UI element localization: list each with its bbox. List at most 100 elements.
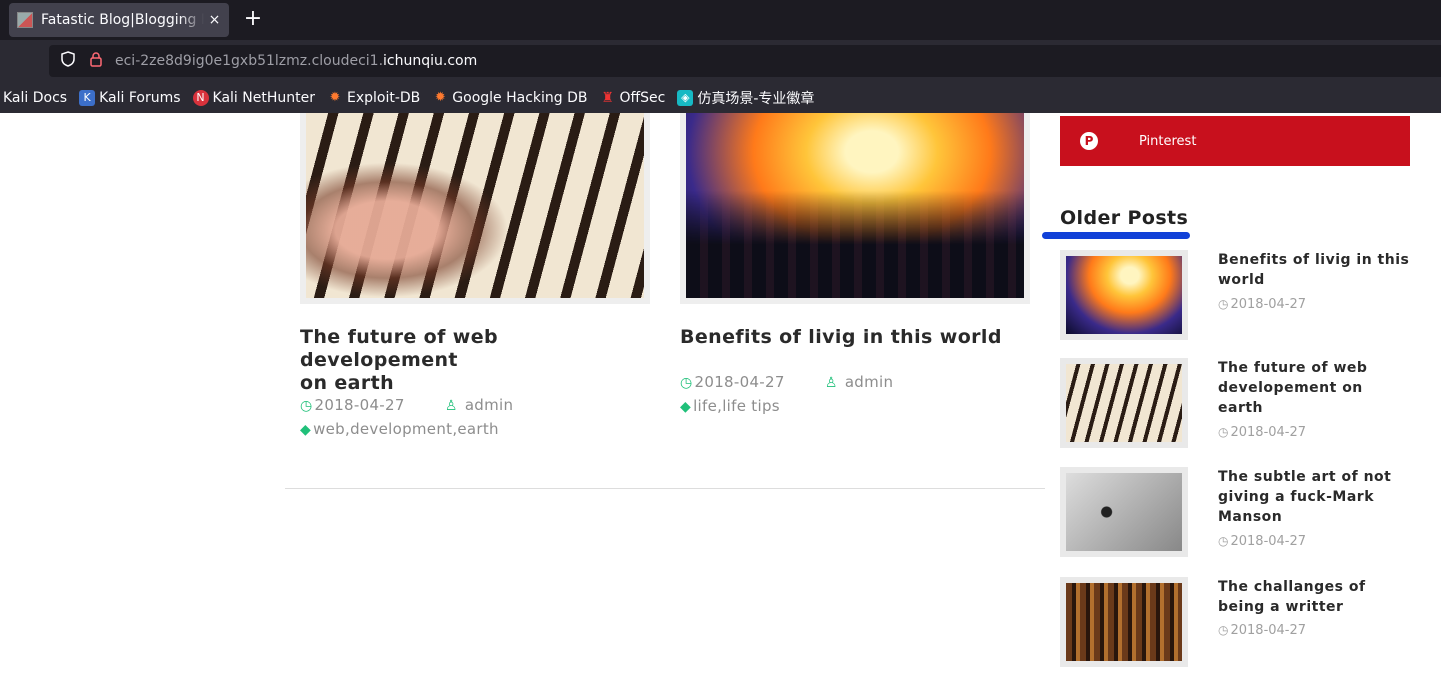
older-post-date-text: 2018-04-27 bbox=[1230, 534, 1307, 549]
older-post-title[interactable]: The future of web developement on earth bbox=[1218, 358, 1410, 418]
pinterest-button[interactable]: P Pinterest bbox=[1060, 116, 1410, 166]
bookmark-label: Exploit-DB bbox=[346, 89, 421, 106]
post-tags: ◆ life,life tips bbox=[680, 397, 780, 415]
older-post-thumbnail[interactable] bbox=[1060, 250, 1188, 340]
url-domain: ichunqiu.com bbox=[383, 53, 478, 69]
tag-icon: ◆ bbox=[300, 422, 312, 438]
exploit-db-icon: ✹ bbox=[329, 90, 341, 105]
bookmark-kali-docs[interactable]: Kali Docs bbox=[3, 90, 67, 106]
bookmark-label: Kali Forums bbox=[99, 89, 181, 106]
simulation-icon: ◈ bbox=[677, 89, 694, 106]
bookmark-label: Kali Docs bbox=[3, 89, 68, 106]
clock-icon: ◷ bbox=[1218, 534, 1229, 548]
older-post-item[interactable]: The challanges of being a writter ◷ 2018-… bbox=[1060, 577, 1410, 669]
post-author[interactable]: admin bbox=[465, 396, 514, 414]
piano-thumb bbox=[1066, 364, 1182, 442]
post-meta: ◷ 2018-04-27 ♙ admin bbox=[300, 396, 513, 414]
url-bar[interactable]: eci-2ze8d9ig0e1gxb51lzmz.cloudeci1.ichun… bbox=[49, 45, 1441, 77]
post-author[interactable]: admin bbox=[845, 373, 894, 391]
clock-icon: ◷ bbox=[1218, 425, 1229, 439]
browser-tab[interactable]: Fatastic Blog|Blogging Fo × bbox=[9, 3, 229, 37]
bookmark-kali-forums[interactable]: K Kali Forums bbox=[79, 89, 181, 106]
tab-title: Fatastic Blog|Blogging Fo bbox=[41, 12, 205, 28]
older-post-title-line: world bbox=[1218, 272, 1265, 288]
bookmark-offsec[interactable]: ♜ OffSec bbox=[600, 89, 666, 106]
older-post-title-line: Manson bbox=[1218, 509, 1283, 525]
bookmarks-toolbar: Kali Docs K Kali Forums N Kali NetHunter ✹… bbox=[0, 82, 1441, 113]
clock-icon: ◷ bbox=[1218, 623, 1229, 637]
older-post-item[interactable]: The future of web developement on earth … bbox=[1060, 358, 1410, 450]
bookmark-simulation[interactable]: ◈ 仿真场景-专业徽章 bbox=[677, 88, 814, 108]
older-post-title-line: The subtle art of not bbox=[1218, 469, 1392, 485]
older-post-title[interactable]: Benefits of livig in this world bbox=[1218, 250, 1410, 290]
bookmark-google-hacking-db[interactable]: ✹ Google Hacking DB bbox=[432, 89, 588, 106]
post-title-line: The future of web developement bbox=[300, 326, 499, 371]
older-post-date: ◷ 2018-04-27 bbox=[1218, 623, 1306, 638]
older-post-thumbnail[interactable] bbox=[1060, 577, 1188, 667]
heading-underline bbox=[1042, 232, 1190, 239]
post-title[interactable]: The future of web developement on earth bbox=[300, 326, 660, 395]
shield-icon[interactable] bbox=[59, 51, 77, 71]
concert-thumb bbox=[1066, 256, 1182, 334]
blog-page: The future of web developement on earth … bbox=[0, 113, 1441, 673]
older-post-title-line: The future of web bbox=[1218, 360, 1368, 376]
bookmark-label: 仿真场景-专业徽章 bbox=[697, 90, 815, 107]
post-tag-list[interactable]: web,development,earth bbox=[313, 420, 499, 438]
post-tags: ◆ web,development,earth bbox=[300, 420, 499, 438]
user-icon: ♙ bbox=[444, 398, 458, 414]
bookmark-label: Google Hacking DB bbox=[452, 89, 588, 106]
url-text[interactable]: eci-2ze8d9ig0e1gxb51lzmz.cloudeci1.ichun… bbox=[115, 53, 477, 69]
new-tab-button[interactable]: + bbox=[242, 7, 264, 33]
concert-photo bbox=[686, 113, 1024, 298]
content-divider bbox=[285, 488, 1045, 489]
older-post-date: ◷ 2018-04-27 bbox=[1218, 425, 1306, 440]
clock-icon: ◷ bbox=[680, 375, 693, 391]
site-favicon-icon bbox=[17, 12, 33, 28]
google-hacking-db-icon: ✹ bbox=[434, 90, 446, 105]
pinterest-icon: P bbox=[1080, 132, 1098, 150]
browser-nav-bar: eci-2ze8d9ig0e1gxb51lzmz.cloudeci1.ichun… bbox=[0, 40, 1441, 82]
older-post-title-line: earth bbox=[1218, 400, 1264, 416]
url-prefix: eci-2ze8d9ig0e1gxb51lzmz.cloudeci1. bbox=[115, 53, 384, 69]
older-post-thumbnail[interactable] bbox=[1060, 467, 1188, 557]
insecure-lock-icon[interactable] bbox=[87, 51, 105, 71]
post-title[interactable]: Benefits of livig in this world bbox=[680, 326, 1040, 349]
older-post-title[interactable]: The challanges of being a writter bbox=[1218, 577, 1410, 617]
older-post-title-line: being a writter bbox=[1218, 599, 1344, 615]
older-post-item[interactable]: Benefits of livig in this world ◷ 2018-04… bbox=[1060, 250, 1410, 342]
tag-icon: ◆ bbox=[680, 399, 692, 415]
post-date: 2018-04-27 bbox=[314, 396, 405, 414]
clock-icon: ◷ bbox=[300, 398, 313, 414]
older-post-title-line: developement on bbox=[1218, 380, 1363, 396]
older-post-date-text: 2018-04-27 bbox=[1230, 425, 1307, 440]
bookmark-label: Kali NetHunter bbox=[212, 89, 315, 106]
user-icon: ♙ bbox=[824, 375, 838, 391]
bookmark-exploit-db[interactable]: ✹ Exploit-DB bbox=[327, 89, 421, 106]
close-tab-icon[interactable]: × bbox=[208, 12, 221, 28]
pinterest-label: Pinterest bbox=[1139, 133, 1197, 149]
post-image-piano[interactable] bbox=[300, 113, 650, 304]
piano-photo bbox=[306, 113, 644, 298]
older-post-thumbnail[interactable] bbox=[1060, 358, 1188, 448]
older-post-date-text: 2018-04-27 bbox=[1230, 623, 1307, 638]
older-post-title[interactable]: The subtle art of not giving a fuck-Mark… bbox=[1218, 467, 1410, 527]
post-image-concert[interactable] bbox=[680, 113, 1030, 304]
bookmark-label: OffSec bbox=[619, 89, 666, 106]
older-posts-heading: Older Posts bbox=[1060, 207, 1189, 229]
older-post-date: ◷ 2018-04-27 bbox=[1218, 534, 1306, 549]
music-thumb bbox=[1066, 473, 1182, 551]
kali-forums-icon: K bbox=[79, 89, 96, 106]
post-title-line: on earth bbox=[300, 372, 395, 394]
older-post-title-line: Benefits of livig in this bbox=[1218, 252, 1410, 268]
books-thumb bbox=[1066, 583, 1182, 661]
clock-icon: ◷ bbox=[1218, 297, 1229, 311]
older-post-date-text: 2018-04-27 bbox=[1230, 297, 1307, 312]
offsec-icon: ♜ bbox=[601, 89, 614, 106]
post-title-line: Benefits of livig in this world bbox=[680, 326, 1002, 348]
older-post-title-line: The challanges of bbox=[1218, 579, 1366, 595]
older-post-title-line: giving a fuck-Mark bbox=[1218, 489, 1374, 505]
post-meta: ◷ 2018-04-27 ♙ admin bbox=[680, 373, 893, 391]
bookmark-kali-nethunter[interactable]: N Kali NetHunter bbox=[192, 89, 315, 106]
older-post-item[interactable]: The subtle art of not giving a fuck-Mark… bbox=[1060, 467, 1410, 559]
post-tag-list[interactable]: life,life tips bbox=[693, 397, 780, 415]
